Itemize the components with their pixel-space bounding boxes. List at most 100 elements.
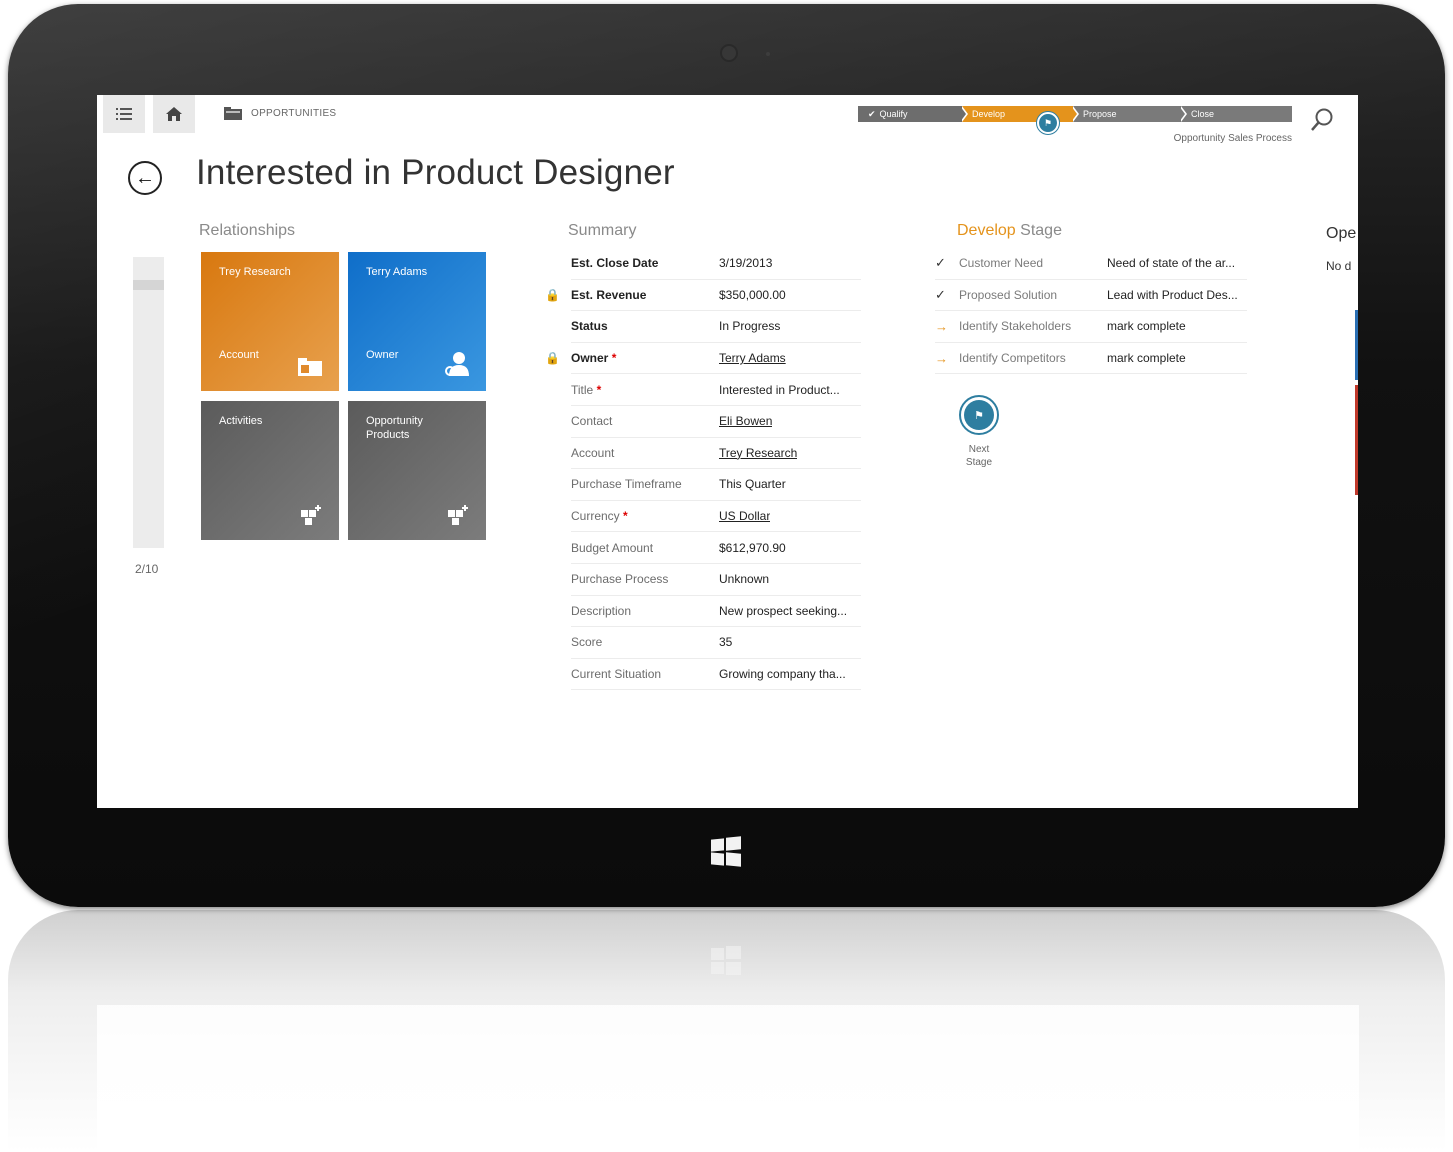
field-value[interactable]: Growing company tha...: [719, 667, 846, 681]
summary-form: Est. Close Date 3/19/2013 🔒 Est. Revenue…: [545, 248, 861, 691]
field-value: $350,000.00: [719, 287, 786, 302]
relationships-heading: Relationships: [199, 222, 296, 239]
summary-heading: Summary: [568, 222, 637, 239]
tile-owner[interactable]: Terry Adams Owner: [348, 252, 486, 391]
search-icon[interactable]: [1309, 107, 1335, 133]
stage-close[interactable]: Close: [1181, 106, 1292, 122]
field-title[interactable]: Title * Interested in Product...: [571, 374, 861, 406]
tile-activities[interactable]: Activities: [201, 401, 339, 540]
scrollbar-thumb[interactable]: [133, 280, 164, 290]
arrow-right-icon: →: [935, 318, 948, 334]
step-customer-need[interactable]: ✓ Customer Need Need of state of the ar.…: [935, 248, 1247, 280]
field-value[interactable]: 3/19/2013: [719, 256, 772, 270]
stage-propose[interactable]: Propose: [1073, 106, 1187, 122]
field-currency[interactable]: Currency * US Dollar: [571, 501, 861, 533]
entity-area-label: OPPORTUNITIES: [251, 107, 337, 119]
arrow-right-icon: →: [935, 350, 948, 366]
windows-logo-icon[interactable]: [711, 836, 741, 867]
next-label-line2: Stage: [965, 457, 993, 468]
light-sensor: [766, 52, 770, 56]
required-marker: *: [611, 351, 617, 366]
field-label: Purchase Process: [571, 572, 669, 587]
step-value[interactable]: Need of state of the ar...: [1107, 256, 1235, 270]
tile-opportunity-products[interactable]: Opportunity Products: [348, 401, 486, 540]
home-button[interactable]: [153, 95, 195, 133]
tile-account[interactable]: Trey Research Account: [201, 252, 339, 391]
field-value-link[interactable]: US Dollar: [719, 509, 770, 523]
mark-complete-link[interactable]: mark complete: [1107, 351, 1186, 365]
stage-label: Develop: [972, 109, 1006, 119]
lock-icon: 🔒: [545, 350, 560, 365]
stage-divider: [1071, 106, 1077, 122]
step-label: Proposed Solution: [959, 287, 1058, 302]
field-purchase-timeframe[interactable]: Purchase Timeframe This Quarter: [571, 469, 861, 501]
add-tiles-icon: [301, 505, 321, 525]
breadcrumb[interactable]: OPPORTUNITIES: [223, 105, 336, 121]
field-value[interactable]: Interested in Product...: [719, 383, 840, 397]
field-value[interactable]: New prospect seeking...: [719, 604, 847, 618]
account-card-icon: [298, 358, 322, 376]
step-label: Identify Stakeholders: [959, 319, 1072, 334]
field-budget-amount[interactable]: Budget Amount $612,970.90: [571, 532, 861, 564]
step-proposed-solution[interactable]: ✓ Proposed Solution Lead with Product De…: [935, 280, 1247, 312]
stage-heading-accent: Develop: [957, 222, 1016, 239]
field-est-revenue[interactable]: 🔒 Est. Revenue $350,000.00: [545, 280, 861, 312]
step-value[interactable]: Lead with Product Des...: [1107, 288, 1238, 302]
next-stage-label: Next Stage: [949, 443, 1009, 469]
mark-complete-link[interactable]: mark complete: [1107, 319, 1186, 333]
required-marker: *: [596, 382, 602, 397]
stage-steps: ✓ Customer Need Need of state of the ar.…: [935, 248, 1247, 375]
field-description[interactable]: Description New prospect seeking...: [571, 596, 861, 628]
develop-stage-heading: Develop Stage: [957, 222, 1062, 240]
current-stage-flag-icon: ⚑: [1037, 112, 1059, 134]
field-value[interactable]: $612,970.90: [719, 541, 786, 555]
field-purchase-process[interactable]: Purchase Process Unknown: [571, 564, 861, 596]
process-bar: ✔ Qualify Develop Propose Close: [858, 106, 1292, 122]
field-est-close-date[interactable]: Est. Close Date 3/19/2013: [571, 248, 861, 280]
field-label: Budget Amount: [571, 540, 654, 555]
stage-label: Propose: [1083, 109, 1117, 119]
opportunity-folder-icon: [224, 107, 242, 120]
stage-label: Close: [1191, 109, 1215, 119]
tile-caption: Account: [219, 349, 259, 361]
next-stage-button[interactable]: ⚑: [959, 395, 999, 435]
add-tiles-icon: [448, 505, 468, 525]
process-name: Opportunity Sales Process: [1173, 133, 1292, 144]
stage-divider: [1179, 106, 1185, 122]
tile-caption: Owner: [366, 349, 399, 361]
field-label-wrap: Owner *: [571, 351, 719, 365]
menu-list-button[interactable]: [103, 95, 145, 133]
field-status[interactable]: Status In Progress: [571, 311, 861, 343]
field-label: Account: [571, 445, 615, 460]
step-identify-stakeholders[interactable]: → Identify Stakeholders mark complete: [935, 311, 1247, 343]
field-value[interactable]: In Progress: [719, 319, 780, 333]
field-contact[interactable]: Contact Eli Bowen: [571, 406, 861, 438]
field-value-link[interactable]: Terry Adams: [719, 351, 786, 365]
field-account[interactable]: Account Trey Research: [571, 438, 861, 470]
checkmark-icon: ✓: [935, 255, 946, 271]
tablet-reflection: [8, 910, 1445, 1152]
field-owner[interactable]: 🔒 Owner * Terry Adams: [545, 343, 861, 375]
field-score[interactable]: Score 35: [571, 627, 861, 659]
open-section-heading: Ope: [1326, 225, 1357, 242]
field-value[interactable]: This Quarter: [719, 477, 786, 491]
windows-logo-reflection-icon: [711, 946, 741, 976]
crm-screen: OPPORTUNITIES ✔ Qualify Develop Propose …: [97, 95, 1358, 808]
field-current-situation[interactable]: Current Situation Growing company tha...: [571, 659, 861, 691]
field-value-link[interactable]: Trey Research: [719, 446, 797, 460]
step-label: Identify Competitors: [959, 351, 1066, 366]
field-value[interactable]: 35: [719, 635, 732, 649]
relationship-scrollbar[interactable]: [133, 257, 164, 548]
field-label-wrap: Title *: [571, 383, 719, 397]
stage-qualify[interactable]: ✔ Qualify: [858, 106, 968, 122]
field-value[interactable]: Unknown: [719, 572, 769, 586]
field-label: Current Situation: [571, 667, 662, 682]
stage-divider: [960, 106, 966, 122]
page-title: Interested in Product Designer: [196, 153, 675, 192]
step-identify-competitors[interactable]: → Identify Competitors mark complete: [935, 343, 1247, 375]
screen-reflection: [97, 1005, 1359, 1152]
field-value-link[interactable]: Eli Bowen: [719, 414, 772, 428]
next-label-line1: Next: [968, 444, 990, 455]
back-button[interactable]: ←: [128, 161, 162, 195]
field-label: Est. Close Date: [571, 256, 659, 271]
